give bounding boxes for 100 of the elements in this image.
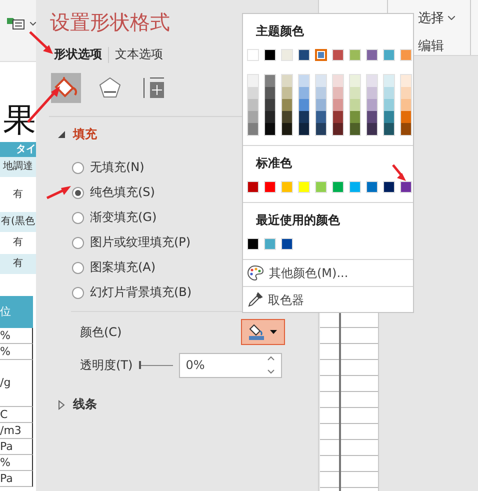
color-swatch[interactable] bbox=[265, 75, 275, 87]
triangle-icon bbox=[58, 130, 66, 138]
color-swatch[interactable] bbox=[367, 87, 377, 99]
radio-button[interactable] bbox=[72, 162, 84, 174]
up-down-arrows-icon[interactable] bbox=[266, 355, 275, 375]
radio-button[interactable] bbox=[72, 262, 84, 274]
eyedropper-item[interactable]: 取色器 bbox=[268, 292, 304, 308]
menu-heading: 主题颜色 bbox=[256, 23, 304, 40]
radio-label[interactable]: 图案填充(A) bbox=[90, 259, 156, 276]
color-swatch[interactable] bbox=[333, 87, 343, 99]
sheet-heading: 果 bbox=[3, 99, 36, 141]
table-cell: % bbox=[0, 455, 33, 471]
radio-button[interactable] bbox=[72, 286, 84, 298]
color-swatch[interactable] bbox=[299, 87, 309, 99]
color-swatch[interactable] bbox=[350, 75, 360, 87]
color-swatch[interactable] bbox=[299, 111, 309, 123]
table-cell: C bbox=[0, 407, 33, 423]
color-swatch[interactable] bbox=[384, 123, 394, 135]
arrow bbox=[29, 31, 53, 54]
arrow bbox=[46, 186, 71, 200]
radio-label[interactable]: 渐变填充(G) bbox=[90, 209, 157, 226]
color-swatch[interactable] bbox=[265, 99, 275, 111]
color-swatch[interactable] bbox=[333, 75, 343, 87]
paint-bucket-tab[interactable] bbox=[51, 73, 81, 103]
color-swatch[interactable] bbox=[282, 123, 292, 135]
color-swatch[interactable] bbox=[299, 123, 309, 135]
color-swatch[interactable] bbox=[384, 99, 394, 111]
color-swatch[interactable] bbox=[367, 123, 377, 135]
color-swatch[interactable] bbox=[401, 99, 411, 111]
color-swatch[interactable] bbox=[367, 111, 377, 123]
caret-icon bbox=[448, 16, 455, 20]
color-swatch[interactable] bbox=[350, 123, 360, 135]
fill-color-button[interactable] bbox=[241, 319, 285, 345]
color-swatch[interactable] bbox=[299, 99, 309, 111]
color-swatch[interactable] bbox=[384, 87, 394, 99]
color-swatch[interactable] bbox=[367, 99, 377, 111]
color-swatch[interactable] bbox=[265, 123, 275, 135]
color-swatch[interactable] bbox=[333, 123, 343, 135]
color-swatch[interactable] bbox=[265, 87, 275, 99]
color-swatch[interactable] bbox=[350, 99, 360, 111]
color-swatch[interactable] bbox=[248, 111, 258, 123]
caret-icon[interactable] bbox=[30, 22, 36, 26]
table-cell: 地調達 bbox=[0, 157, 36, 178]
menu-heading: 标准色 bbox=[256, 155, 292, 172]
pane-title: 设置形状格式 bbox=[50, 9, 170, 36]
color-swatch[interactable] bbox=[384, 111, 394, 123]
section-header[interactable]: 填充 bbox=[58, 126, 97, 143]
table-cell: /m3 bbox=[0, 423, 33, 439]
table-cell: Pa bbox=[0, 439, 33, 455]
color-swatch[interactable] bbox=[333, 99, 343, 111]
radio-label[interactable]: 图片或纹理填充(P) bbox=[90, 234, 191, 251]
color-swatch[interactable] bbox=[316, 111, 326, 123]
color-swatch[interactable] bbox=[401, 87, 411, 99]
table-cell: % bbox=[0, 344, 33, 360]
color-swatch[interactable] bbox=[282, 75, 292, 87]
eyedropper-icon bbox=[247, 292, 263, 308]
color-swatch[interactable] bbox=[248, 75, 258, 87]
table-cell: Pa bbox=[0, 471, 33, 487]
radio-label[interactable]: 无填充(N) bbox=[90, 159, 144, 176]
radio-button[interactable] bbox=[72, 212, 84, 224]
table-cell: 有 bbox=[0, 254, 36, 275]
color-swatch[interactable] bbox=[384, 75, 394, 87]
tab[interactable]: 文本选项 bbox=[115, 46, 163, 63]
color-swatch[interactable] bbox=[315, 49, 327, 61]
select-button[interactable]: 选择 bbox=[418, 9, 455, 27]
color-swatch[interactable] bbox=[282, 87, 292, 99]
color-swatch[interactable] bbox=[265, 111, 275, 123]
palette-icon bbox=[247, 265, 264, 281]
table-cell: % bbox=[0, 328, 33, 344]
color-swatch[interactable] bbox=[248, 87, 258, 99]
more-colors-item[interactable]: 其他颜色(M)... bbox=[269, 264, 348, 282]
radio-label[interactable]: 纯色填充(S) bbox=[90, 184, 155, 201]
transparency-field[interactable]: 0% bbox=[178, 352, 282, 378]
color-swatch[interactable] bbox=[401, 75, 411, 87]
radio-button[interactable] bbox=[72, 186, 84, 198]
color-swatch[interactable] bbox=[282, 99, 292, 111]
color-swatch[interactable] bbox=[248, 123, 258, 135]
color-swatch[interactable] bbox=[350, 87, 360, 99]
color-swatch[interactable] bbox=[367, 75, 377, 87]
color-swatch[interactable] bbox=[350, 111, 360, 123]
table-header-cell: タイ bbox=[0, 142, 36, 157]
table-header-cell: 位 bbox=[0, 296, 33, 328]
arrow bbox=[392, 164, 406, 181]
tab[interactable]: 形状选项 bbox=[54, 46, 102, 63]
color-swatch[interactable] bbox=[316, 75, 326, 87]
color-swatch[interactable] bbox=[316, 99, 326, 111]
radio-label[interactable]: 幻灯片背景填充(B) bbox=[90, 284, 192, 301]
transparency-label: 透明度(T) bbox=[80, 356, 133, 374]
triangle-icon bbox=[58, 400, 66, 410]
color-swatch[interactable] bbox=[282, 111, 292, 123]
color-swatch[interactable] bbox=[333, 111, 343, 123]
color-swatch[interactable] bbox=[401, 111, 411, 123]
color-swatch[interactable] bbox=[316, 123, 326, 135]
section-header[interactable]: 线条 bbox=[58, 396, 97, 413]
color-swatch[interactable] bbox=[299, 75, 309, 87]
radio-button[interactable] bbox=[72, 236, 84, 248]
color-swatch[interactable] bbox=[316, 87, 326, 99]
color-swatch[interactable] bbox=[401, 123, 411, 135]
color-swatch[interactable] bbox=[248, 99, 258, 111]
menu-heading: 最近使用的颜色 bbox=[256, 212, 340, 229]
